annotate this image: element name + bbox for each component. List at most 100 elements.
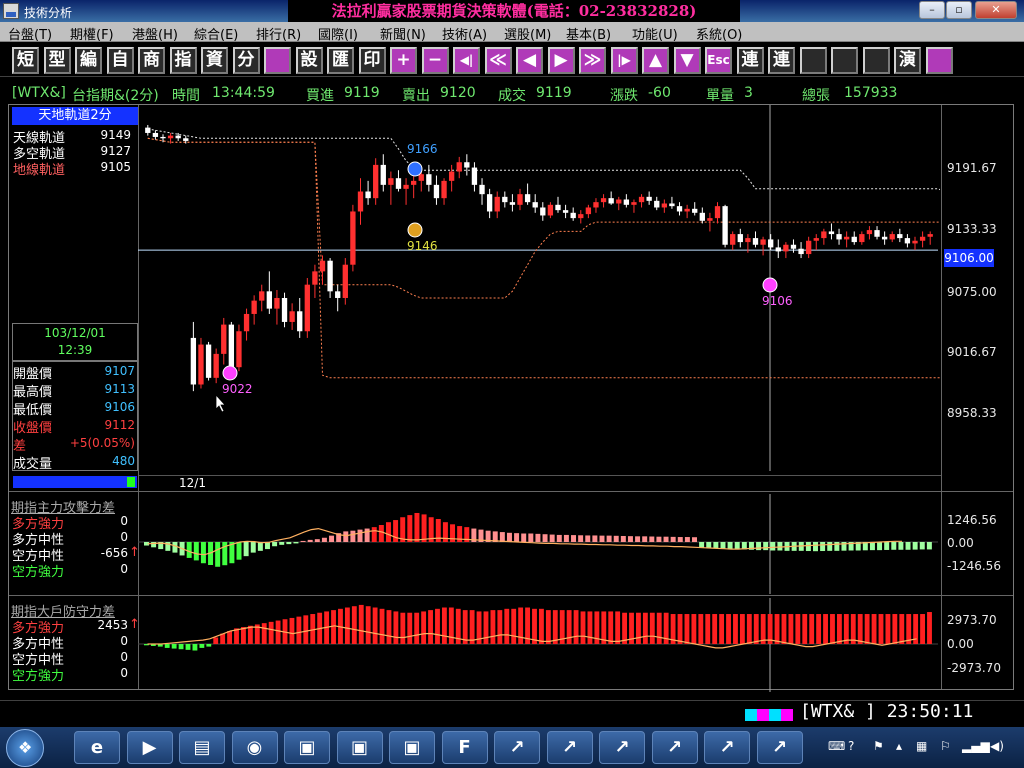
chart5-icon[interactable]: ↗ xyxy=(704,731,750,764)
start-button[interactable]: ❖ xyxy=(6,729,44,767)
toolbar-custom[interactable]: 自 xyxy=(106,47,134,74)
menu-item-9[interactable]: 基本(B) xyxy=(566,24,611,43)
folder-icon[interactable]: ▤ xyxy=(179,731,225,764)
menu-item-1[interactable]: 期權(F) xyxy=(70,24,114,43)
toolbar-link[interactable]: 連 xyxy=(736,47,764,74)
force-bar xyxy=(552,610,558,644)
toolbar-zoom-in-icon[interactable]: + xyxy=(390,47,417,74)
volume-icon[interactable]: ◀) xyxy=(990,739,1004,753)
toolbar-edit[interactable]: 編 xyxy=(75,47,102,74)
action-center-icon[interactable]: ⚐ xyxy=(940,739,951,753)
force-bar xyxy=(712,614,718,644)
toolbar-fast-forward-icon[interactable]: ≫ xyxy=(579,47,606,74)
chrome-icon[interactable]: ◉ xyxy=(231,731,278,764)
toolbar-index[interactable]: 指 xyxy=(169,47,197,74)
quote-volume: 3 xyxy=(744,85,753,101)
menu-item-6[interactable]: 新聞(N) xyxy=(380,24,426,43)
menu-item-3[interactable]: 綜合(E) xyxy=(194,24,238,43)
chart3-icon[interactable]: ↗ xyxy=(599,731,645,764)
force-bar xyxy=(407,515,413,542)
toolbar-window-icon[interactable] xyxy=(799,47,827,74)
toolbar-lock-icon[interactable] xyxy=(831,47,858,74)
menu-item-2[interactable]: 港盤(H) xyxy=(132,24,178,43)
force-bar xyxy=(227,630,233,644)
toolbar-escape-icon[interactable]: Esc xyxy=(705,47,732,74)
candlestick-chart[interactable]: 9166 9146 9106 9022 xyxy=(138,105,940,471)
app3-icon[interactable]: ▣ xyxy=(389,731,435,764)
media-icon[interactable]: ▶ xyxy=(126,731,173,764)
maximize-button[interactable]: ▫ xyxy=(946,1,972,19)
toolbar-first-icon[interactable]: ◀| xyxy=(453,47,480,74)
candle-body xyxy=(540,207,546,216)
force-bar xyxy=(656,612,662,644)
force-bar xyxy=(372,607,378,644)
ie-icon-glyph: e xyxy=(90,737,104,758)
tray-flag-icon[interactable]: ⚑ xyxy=(873,739,884,753)
menu-item-8[interactable]: 選股(M) xyxy=(504,24,551,43)
toolbar-chart-line-icon[interactable] xyxy=(264,47,291,74)
toolbar-pattern[interactable]: 型 xyxy=(43,47,71,74)
menu-item-10[interactable]: 功能(U) xyxy=(632,24,678,43)
network-icon[interactable]: ▦ xyxy=(916,739,927,753)
toolbar-settings[interactable]: 設 xyxy=(295,47,323,74)
tray-expand-icon[interactable]: ▴ xyxy=(896,739,902,753)
menu-item-7[interactable]: 技術(A) xyxy=(442,24,487,43)
chart6-icon[interactable]: ↗ xyxy=(756,731,803,764)
toolbar-zoom-out-icon[interactable]: − xyxy=(421,47,449,74)
menu-item-4[interactable]: 排行(R) xyxy=(256,24,301,43)
toolbar-print[interactable]: 印 xyxy=(358,47,386,74)
force-bar xyxy=(622,612,628,644)
toolbar-product[interactable]: 商 xyxy=(138,47,165,74)
chart2-icon[interactable]: ↗ xyxy=(546,731,593,764)
toolbar-export[interactable]: 匯 xyxy=(327,47,354,74)
fx-icon[interactable]: F xyxy=(441,731,488,764)
app1-icon[interactable]: ▣ xyxy=(284,731,330,764)
menu-item-11[interactable]: 系統(O) xyxy=(696,24,742,43)
toolbar-demo[interactable]: 演 xyxy=(894,47,921,74)
force-bar xyxy=(192,644,198,651)
toolbar-down-icon[interactable]: ▼ xyxy=(673,47,701,74)
toolbar-note-icon[interactable] xyxy=(925,47,953,74)
attack-force-chart[interactable] xyxy=(138,494,940,594)
legend-value: 0 xyxy=(120,530,128,544)
ie-icon[interactable]: e xyxy=(74,731,120,764)
force-bar xyxy=(834,542,840,551)
legend-arrow-icon: ↑ xyxy=(129,617,140,632)
toolbar-last-icon[interactable]: |▶ xyxy=(610,47,638,74)
menu-item-0[interactable]: 台盤(T) xyxy=(8,24,52,43)
force-bar xyxy=(857,614,863,644)
toolbar-tool-icon[interactable] xyxy=(862,47,890,74)
close-button[interactable]: ✕ xyxy=(975,1,1017,19)
toolbar-short-term[interactable]: 短 xyxy=(12,47,39,74)
defense-force-chart[interactable] xyxy=(138,598,940,692)
candle-body xyxy=(874,230,880,237)
force-bar xyxy=(393,611,399,644)
keyboard-icon[interactable]: ⌨ xyxy=(828,739,845,753)
minimize-button[interactable]: – xyxy=(919,1,945,19)
candle-body xyxy=(684,208,690,212)
app2-icon[interactable]: ▣ xyxy=(336,731,383,764)
chart1-icon[interactable]: ↗ xyxy=(494,731,540,764)
candle-body xyxy=(699,212,705,221)
toolbar-rewind-icon[interactable]: ≪ xyxy=(484,47,512,74)
force-bar xyxy=(642,612,648,644)
toolbar-link2[interactable]: 連 xyxy=(768,47,795,74)
toolbar-next-icon[interactable]: ▶ xyxy=(547,47,575,74)
toolbar-data[interactable]: 資 xyxy=(201,47,228,74)
toolbar-up-icon[interactable]: ▲ xyxy=(642,47,669,74)
candle-body xyxy=(251,300,257,314)
y-tick-4: 9016.67 xyxy=(947,345,997,359)
force-bar xyxy=(891,542,897,550)
help-icon[interactable]: ? xyxy=(848,739,854,753)
media-icon-glyph: ▶ xyxy=(142,737,157,758)
rail-label-lower: 地線軌道 xyxy=(13,163,66,178)
toolbar-prev-icon[interactable]: ◀ xyxy=(516,47,543,74)
menu-item-5[interactable]: 國際(I) xyxy=(318,24,358,43)
chart4-icon[interactable]: ↗ xyxy=(651,731,698,764)
force-bar xyxy=(186,542,192,558)
force-bar xyxy=(378,525,384,542)
upper-rail-line xyxy=(147,128,940,191)
signal-icon[interactable]: ▂▄▆ xyxy=(962,739,990,753)
candle-body xyxy=(768,239,774,248)
toolbar-minute[interactable]: 分 xyxy=(232,47,260,74)
